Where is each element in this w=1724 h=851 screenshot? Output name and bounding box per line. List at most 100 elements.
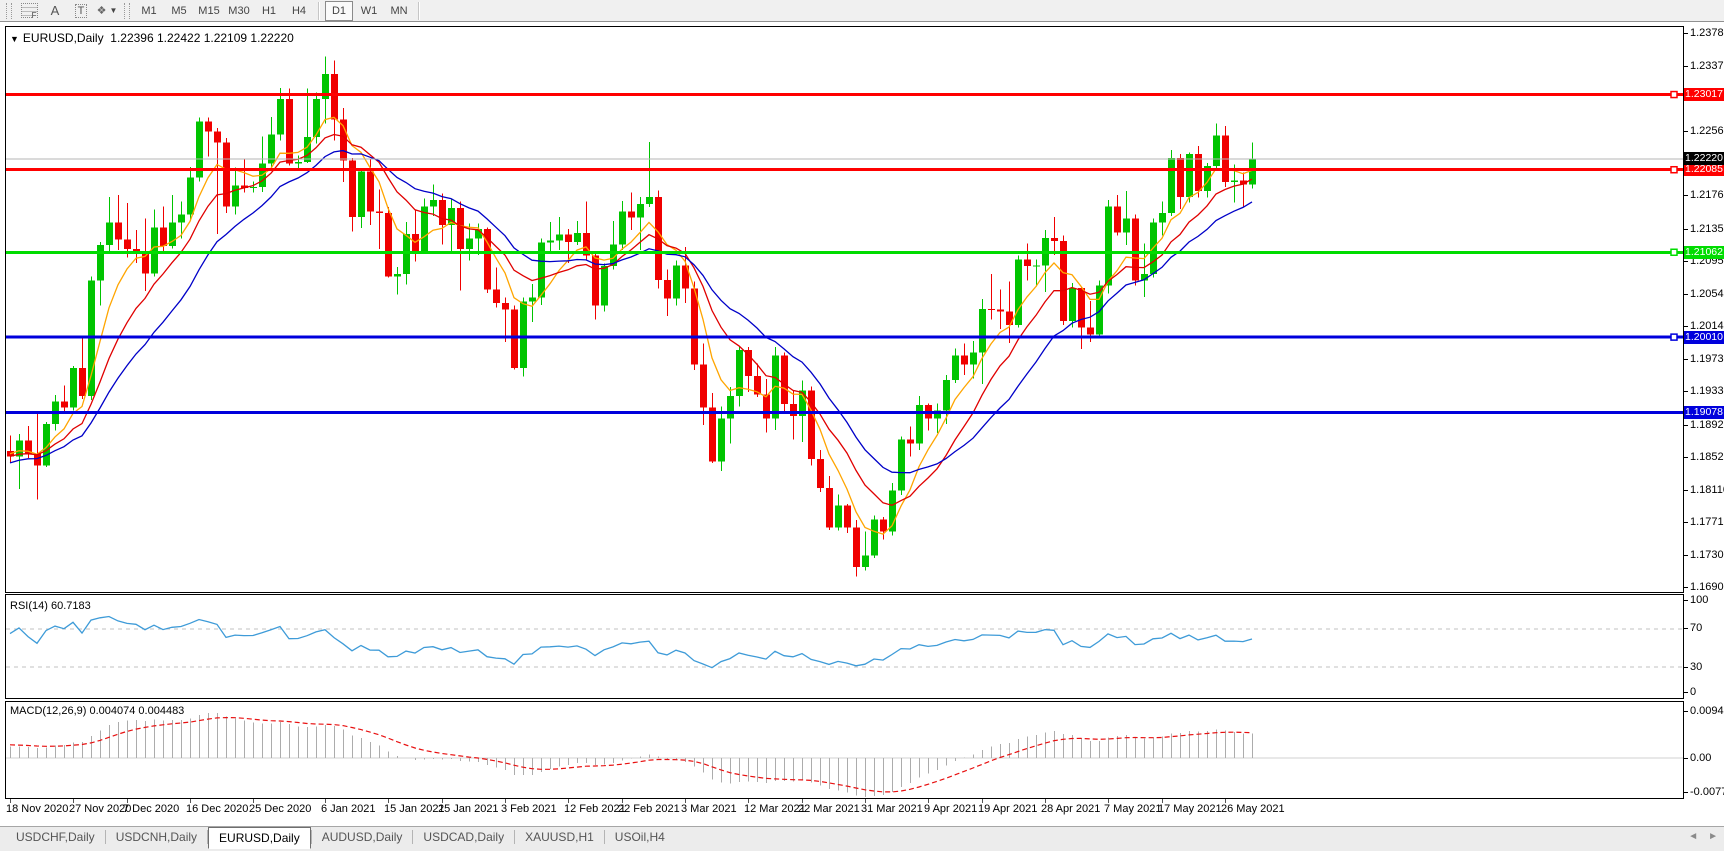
chart-tab-xauusd[interactable]: XAUUSD,H1 [515,827,604,847]
text-tool-button[interactable]: A [43,1,67,21]
chart-tab-usdchf[interactable]: USDCHF,Daily [6,827,105,847]
price-axis-label: 1.21350 [1690,222,1724,235]
date-axis-tick [568,799,569,803]
chevron-down-icon: ▼ [109,6,118,15]
chart-title-symbol: EURUSD,Daily [22,31,104,45]
date-axis-label: 28 Apr 2021 [1041,803,1101,815]
tab-scroll-right-icon[interactable]: ► [1708,831,1718,842]
date-axis-tick [127,799,128,803]
tab-scroll-controls: ◄ ► [1688,831,1718,842]
macd-axis-tick [1684,757,1688,759]
price-axis-tick [1684,163,1688,165]
timeframe-button-d1[interactable]: D1 [325,0,353,21]
timeframe-bar: M1 M5 M15 M30 H1 H4 D1 W1 MN [134,0,414,21]
date-axis-label: 17 May 2021 [1158,803,1222,815]
chart-tab-usdcnh[interactable]: USDCNH,Daily [106,827,207,847]
date-axis-label: 7 Dec 2020 [123,803,180,815]
date-axis-label: 22 Mar 2021 [798,803,860,815]
timeframe-button-h4[interactable]: H4 [285,1,313,21]
timeframe-button-m15[interactable]: M15 [195,1,223,21]
collapse-triangle-icon[interactable]: ▼ [10,34,19,44]
price-axis-tick [1684,260,1688,262]
price-axis-label: 1.22150 [1690,157,1724,170]
template-grid-icon: F [20,3,38,20]
rsi-value: 60.7183 [50,600,91,612]
date-axis-tick [505,799,506,803]
price-axis-tick [1684,293,1688,295]
rsi-axis-label: 70 [1690,622,1703,635]
date-axis-label: 7 May 2021 [1104,803,1162,815]
hline-price-badge: 1.19078 [1684,405,1724,419]
rsi-panel [5,594,1684,699]
chart-tab-eurusd[interactable]: EURUSD,Daily [208,827,311,849]
rsi-label: RSI(14) [10,600,48,612]
timeframe-button-m1[interactable]: M1 [135,1,163,21]
toolbar: F A T ❖ ▼ M1 M5 M15 M30 H1 H4 D1 W1 MN [0,0,1724,22]
text-a-icon: A [50,3,60,18]
toolbar-drag-handle[interactable] [6,2,12,19]
rsi-axis-tick [1684,666,1688,668]
price-axis-label: 1.20950 [1690,254,1724,267]
date-axis-tick [442,799,443,803]
price-axis-label: 1.21760 [1690,189,1724,202]
price-axis-label: 1.22560 [1690,124,1724,137]
macd-canvas[interactable] [6,702,1683,798]
rsi-axis-tick [1684,691,1688,693]
price-axis-label: 1.18520 [1690,450,1724,463]
hline-price-badge: 1.21062 [1684,245,1724,259]
price-axis-label: 1.16900 [1690,581,1724,594]
template-button[interactable]: F [17,1,41,21]
macd-values: 0.004074 0.004483 [89,705,185,717]
chart-tab-usdcad[interactable]: USDCAD,Daily [413,827,514,847]
price-axis-label: 1.19330 [1690,385,1724,398]
date-axis-tick [1162,799,1163,803]
date-axis-label: 19 Apr 2021 [978,803,1038,815]
price-axis-label: 1.20140 [1690,320,1724,333]
date-axis-label: 15 Jan 2021 [384,803,445,815]
timeframe-button-mn[interactable]: MN [385,1,413,21]
macd-panel [5,701,1684,799]
timeframe-button-m30[interactable]: M30 [225,1,253,21]
timeframe-button-h1[interactable]: H1 [255,1,283,21]
date-axis-label: 12 Mar 2021 [744,803,806,815]
price-axis-tick [1684,130,1688,132]
tab-scroll-left-icon[interactable]: ◄ [1688,831,1698,842]
shapes-icon: ❖ [96,5,107,17]
rsi-canvas[interactable] [6,595,1683,698]
date-axis-tick [388,799,389,803]
date-axis-tick [865,799,866,803]
date-axis-label: 3 Mar 2021 [681,803,737,815]
timeframe-button-m5[interactable]: M5 [165,1,193,21]
price-axis-label: 1.17300 [1690,549,1724,562]
mt4-window: F A T ❖ ▼ M1 M5 M15 M30 H1 H4 D1 W1 MN ▼ EURUSD,D… [0,0,1724,851]
main-chart-canvas[interactable] [6,27,1683,592]
date-axis-tick [325,799,326,803]
date-axis-label: 6 Jan 2021 [321,803,376,815]
chart-tab-audusd[interactable]: AUDUSD,Daily [312,827,413,847]
price-axis-tick [1684,424,1688,426]
date-axis-tick [748,799,749,803]
timeframe-drag-handle[interactable] [124,2,130,19]
price-axis-label: 1.20540 [1690,287,1724,300]
price-axis-tick [1684,32,1688,34]
date-axis-tick [73,799,74,803]
date-axis-tick [622,799,623,803]
price-axis-tick [1684,97,1688,99]
price-axis-tick [1684,555,1688,557]
macd-label: MACD(12,26,9) [10,705,87,717]
hline-price-badge: 1.23017 [1684,88,1724,102]
price-axis-label: 1.19730 [1690,353,1724,366]
timeframe-button-w1[interactable]: W1 [355,1,383,21]
toolbar-separator [418,1,420,20]
price-axis-tick [1684,391,1688,393]
date-axis-tick [928,799,929,803]
macd-axis-label: 0.00 [1690,751,1712,764]
chart-tab-usoil[interactable]: USOil,H4 [605,827,675,847]
shapes-tool-button[interactable]: ❖ ▼ [95,1,119,21]
price-axis-label: 1.17710 [1690,516,1724,529]
rsi-label-row: RSI(14) 60.7183 [10,600,91,612]
date-axis-label: 18 Nov 2020 [6,803,69,815]
rsi-axis-label: 0 [1690,685,1697,698]
label-tool-button[interactable]: T [69,1,93,21]
date-axis-tick [1045,799,1046,803]
